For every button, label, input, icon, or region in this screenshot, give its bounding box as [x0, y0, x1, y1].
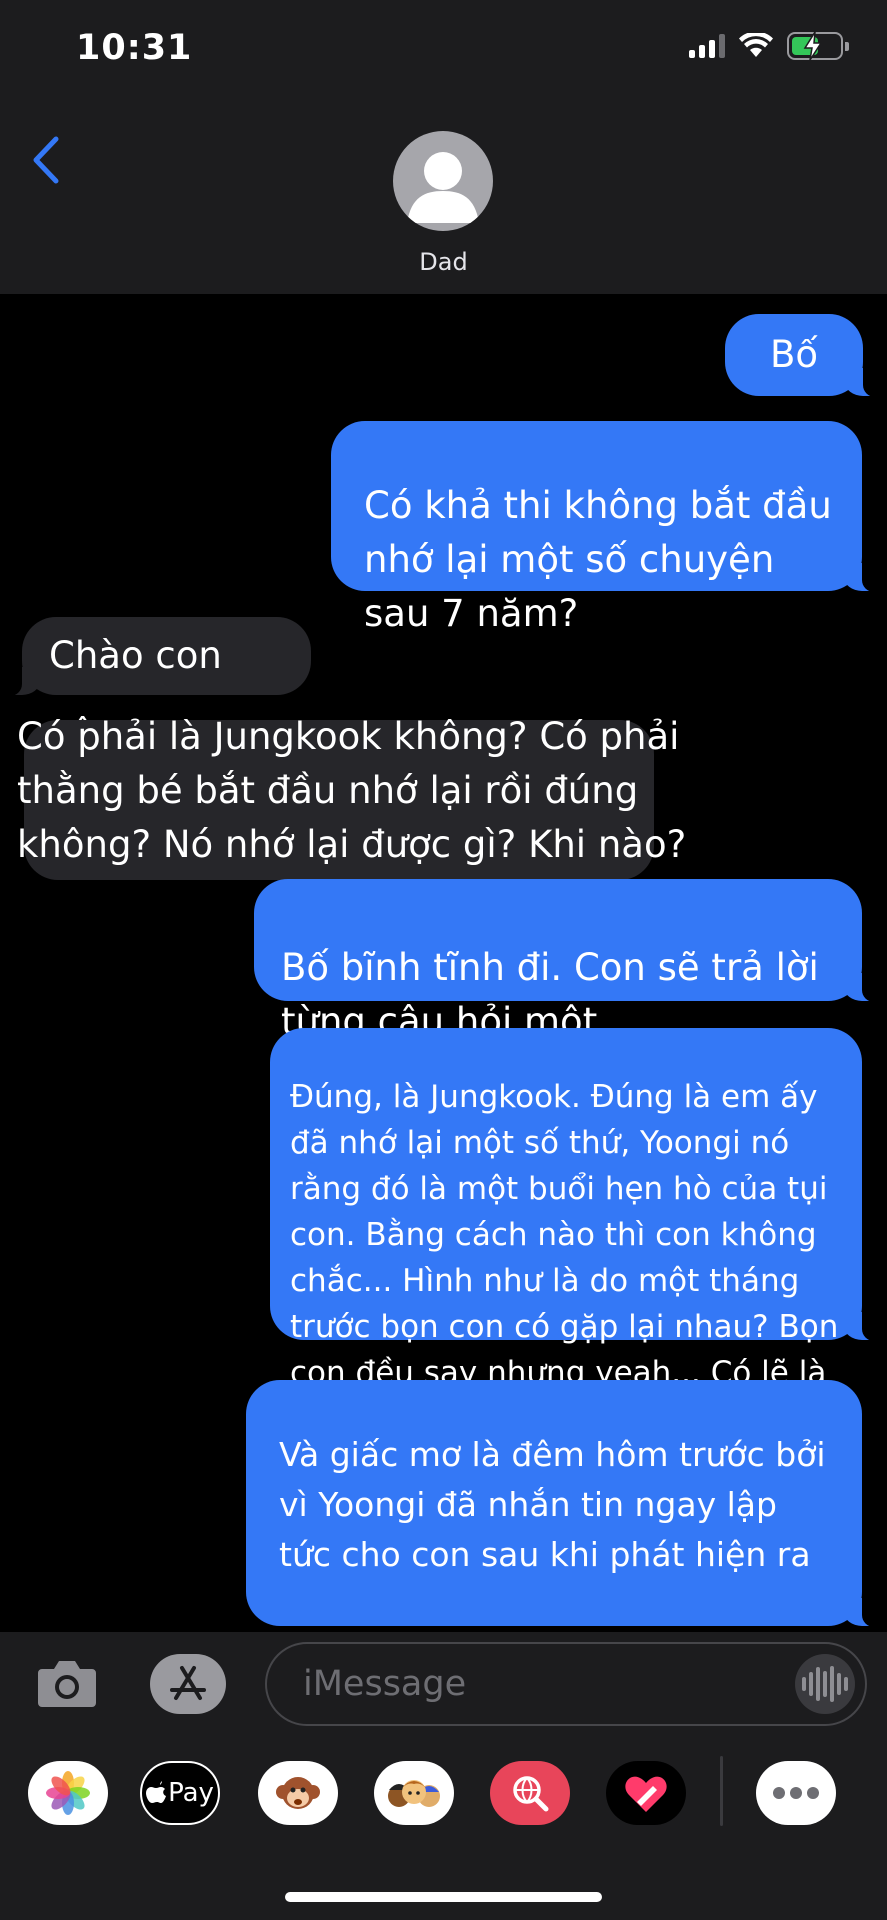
memoji-app[interactable] — [374, 1761, 454, 1825]
web-search-icon — [513, 1776, 549, 1812]
battery-icon — [787, 32, 849, 60]
app-store-button[interactable] — [150, 1654, 226, 1714]
compose-bar: iMessage — [0, 1632, 887, 1736]
animoji-app[interactable] — [258, 1761, 338, 1825]
camera-icon — [38, 1661, 96, 1707]
app-drawer: Pay — [0, 1736, 887, 1920]
camera-button[interactable] — [36, 1657, 98, 1713]
contact-name[interactable]: Dad — [0, 248, 887, 276]
wifi-icon — [739, 33, 773, 57]
apple-pay-icon — [146, 1781, 167, 1803]
more-icon — [773, 1787, 819, 1799]
status-icons — [689, 32, 849, 60]
contact-avatar[interactable] — [393, 131, 493, 231]
sent-message[interactable]: Bố bĩnh tĩnh đi. Con sẽ trả lời từng câu… — [254, 879, 887, 1043]
apple-pay-app[interactable]: Pay — [140, 1761, 220, 1825]
message-thread[interactable]: Bố Có khả thi không bắt đầu nhớ lại một … — [0, 294, 887, 1632]
photos-icon — [46, 1771, 90, 1815]
memoji-icon — [388, 1780, 440, 1807]
chevron-left-icon — [33, 136, 59, 184]
back-button[interactable] — [28, 135, 62, 189]
digital-touch-app[interactable] — [606, 1761, 686, 1825]
digital-touch-icon — [625, 1776, 667, 1812]
app-store-icon — [170, 1666, 206, 1700]
conversation-header: 10:31 Dad — [0, 0, 887, 294]
sent-message[interactable]: Bố — [725, 314, 887, 397]
sent-message[interactable]: Có khả thi không bắt đầu nhớ lại một số … — [331, 421, 887, 635]
audio-message-button[interactable] — [795, 1654, 855, 1714]
imessage-input[interactable]: iMessage — [265, 1642, 867, 1726]
sent-message[interactable]: Và giấc mơ là đêm hôm trước bởi vì Yoong… — [246, 1380, 887, 1627]
animoji-icon — [276, 1777, 320, 1809]
received-message: Có phải là Jungkook không? Có phải thằng… — [17, 715, 687, 866]
imessage-placeholder: iMessage — [303, 1664, 467, 1704]
received-message[interactable]: Chào con yêu — [0, 617, 311, 755]
sent-message[interactable]: Đúng, là Jungkook. Đúng là em ấy đã nhớ … — [270, 1028, 887, 1437]
apple-pay-label: Pay — [168, 1778, 214, 1808]
home-indicator[interactable] — [285, 1892, 602, 1902]
more-apps-button[interactable] — [756, 1761, 836, 1825]
photos-app[interactable] — [28, 1761, 108, 1825]
person-icon — [407, 152, 479, 223]
cellular-signal-icon — [689, 34, 725, 58]
drawer-divider — [720, 1756, 723, 1826]
status-time: 10:31 — [76, 28, 193, 68]
web-search-app[interactable] — [490, 1761, 570, 1825]
